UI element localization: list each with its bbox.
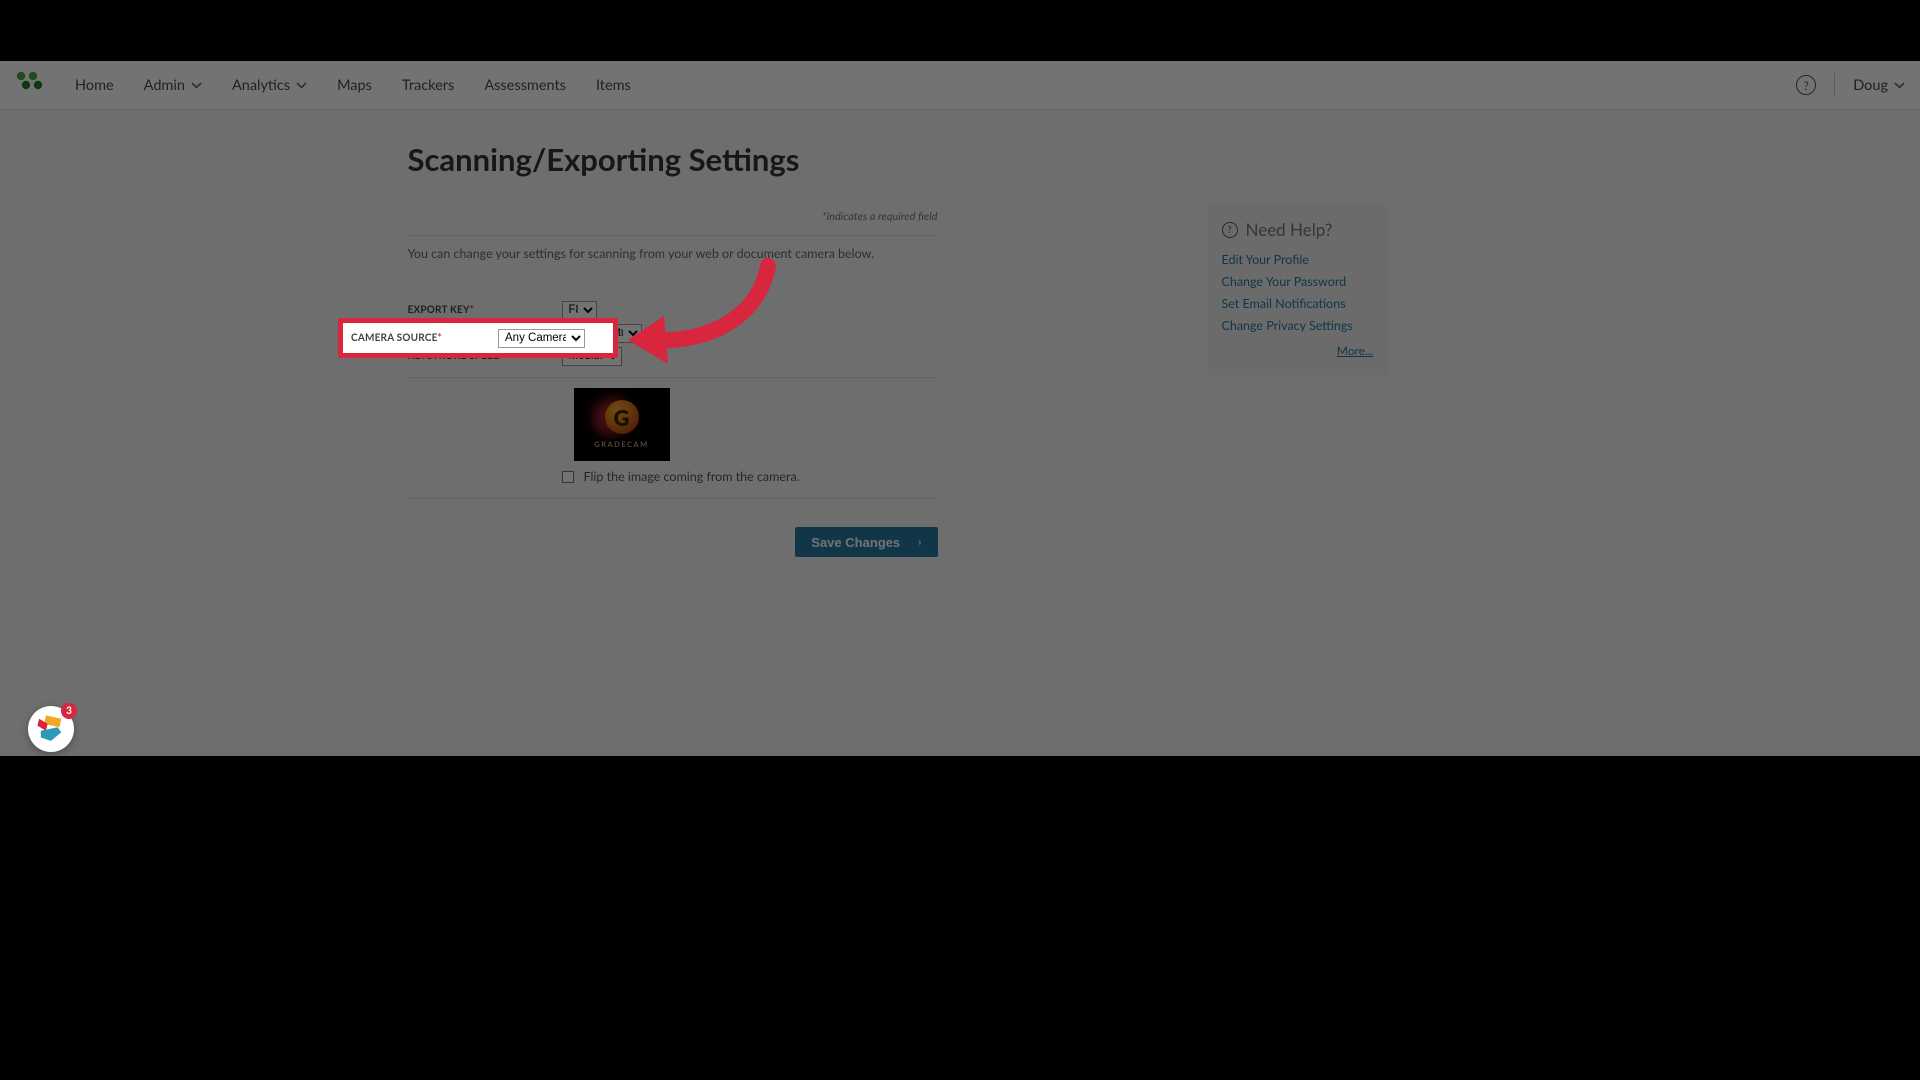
camera-source-select[interactable]: Any Camera [498,329,585,348]
divider [408,235,938,236]
flip-image-label: Flip the image coming from the camera. [584,469,800,484]
save-changes-button[interactable]: Save Changes › [795,527,937,557]
camera-preview: G GRADECAM [574,388,670,461]
nav-admin[interactable]: Admin [129,61,217,110]
chevron-down-icon [191,82,202,89]
nav-home[interactable]: Home [60,61,129,110]
nav-assessments[interactable]: Assessments [469,61,581,110]
chevron-right-icon: › [918,537,921,548]
gradecam-label: GRADECAM [594,440,648,449]
help-icon[interactable]: ? [1796,75,1816,95]
notifications-badge: 3 [61,703,77,719]
help-link-change-password[interactable]: Change Your Password [1222,274,1374,289]
chevron-down-icon [296,82,307,89]
gradecam-logo-icon: G [605,400,639,434]
help-link-edit-profile[interactable]: Edit Your Profile [1222,252,1374,267]
nav-trackers[interactable]: Trackers [387,61,469,110]
divider [408,498,938,499]
help-link-email-notifications[interactable]: Set Email Notifications [1222,296,1374,311]
logo-icon [15,70,43,90]
required-note: *indicates a required field [408,210,938,223]
need-help-panel: ? Need Help? Edit Your Profile Change Yo… [1208,205,1388,375]
brand-logo[interactable] [15,70,45,100]
camera-source-label: CAMERA SOURCE* [351,332,498,344]
need-help-heading: ? Need Help? [1222,219,1374,240]
divider [408,377,938,378]
chevron-down-icon [1894,82,1905,89]
export-key-label: EXPORT KEY* [408,304,562,316]
divider [1834,73,1835,97]
nav-items[interactable]: Items [581,61,646,110]
nav-maps[interactable]: Maps [322,61,387,110]
nav-analytics[interactable]: Analytics [217,61,322,110]
export-key-select[interactable]: F8 [562,301,597,320]
top-navbar: Home Admin Analytics Maps Trackers Asses… [0,61,1920,110]
help-icon: ? [1222,222,1238,238]
hint-text: You can change your settings for scannin… [408,246,1163,261]
user-menu[interactable]: Doug [1853,77,1905,94]
page-title: Scanning/Exporting Settings [408,140,1163,178]
help-more-link[interactable]: More... [1337,343,1374,358]
camera-source-highlight: CAMERA SOURCE* Any Camera [338,318,618,358]
flip-image-checkbox[interactable] [562,471,574,483]
notifications-widget[interactable]: 3 [28,706,74,752]
help-link-privacy-settings[interactable]: Change Privacy Settings [1222,318,1374,333]
